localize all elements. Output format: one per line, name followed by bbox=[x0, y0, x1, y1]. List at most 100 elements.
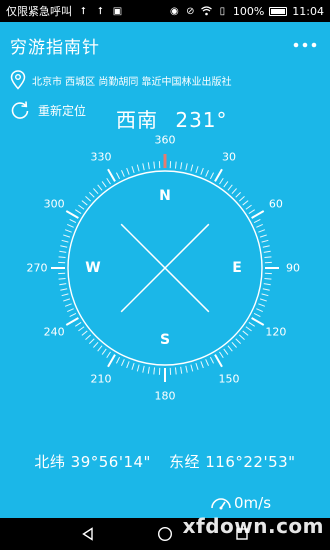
compass-minor-tick bbox=[88, 191, 95, 198]
compass-minor-tick bbox=[74, 322, 82, 327]
degree-label: 150 bbox=[218, 372, 240, 386]
degree-label: 90 bbox=[286, 261, 300, 275]
compass-minor-tick bbox=[142, 365, 145, 373]
compass-minor-tick bbox=[262, 245, 270, 248]
compass-minor-tick bbox=[81, 330, 88, 336]
status-bar: 仅限紧急呼叫 ⭡ ⭡ ▣ ◉ ⊘ ▯ 100% 11:04 bbox=[0, 0, 330, 22]
location-row: 北京市 西城区 尚勤胡同 靠近中国林业出版社 bbox=[10, 70, 232, 90]
cardinal-label-e: E bbox=[232, 260, 242, 276]
more-options-button[interactable] bbox=[290, 33, 320, 57]
compass-minor-tick bbox=[63, 234, 71, 238]
compass-minor-tick bbox=[205, 170, 209, 177]
degree-label: 180 bbox=[154, 389, 176, 403]
compass-minor-tick bbox=[264, 256, 272, 259]
compass-minor-tick bbox=[97, 345, 103, 352]
compass-minor-tick bbox=[93, 341, 99, 348]
compass-minor-tick bbox=[67, 308, 74, 312]
compass-minor-tick bbox=[121, 359, 125, 366]
compass-minor-tick bbox=[153, 367, 156, 375]
battery-icon bbox=[269, 6, 288, 16]
compass-minor-tick bbox=[223, 181, 229, 188]
refresh-icon bbox=[11, 101, 29, 119]
compass-minor-tick bbox=[97, 184, 103, 191]
compass-minor-tick bbox=[78, 204, 85, 210]
compass-major-tick bbox=[107, 354, 116, 368]
compass-minor-tick bbox=[185, 163, 188, 171]
compass-dial: 360 30 60 90 120 150 180 210 240 270 300 330 N E S W bbox=[0, 130, 330, 410]
compass-minor-tick bbox=[238, 196, 245, 202]
compass-minor-tick bbox=[126, 167, 130, 175]
compass-minor-tick bbox=[101, 348, 107, 355]
compass-minor-tick bbox=[85, 196, 92, 202]
compass-minor-tick bbox=[136, 364, 140, 372]
compass-minor-tick bbox=[106, 177, 111, 185]
compass-minor-tick bbox=[227, 345, 233, 352]
heading-direction: 西南 bbox=[116, 108, 158, 132]
speed-readout: 0m/s bbox=[210, 494, 271, 512]
compass-minor-tick bbox=[242, 330, 249, 336]
compass-minor-tick bbox=[101, 181, 107, 188]
compass-minor-tick bbox=[264, 277, 272, 280]
relocate-button[interactable]: 重新定位 bbox=[10, 100, 86, 120]
coordinates-row: 北纬 39°56'14" 东经 116°22'53" bbox=[0, 451, 330, 472]
compass-minor-tick bbox=[259, 234, 267, 238]
compass-minor-tick bbox=[262, 288, 270, 291]
degree-label: 120 bbox=[265, 325, 287, 339]
compass-minor-tick bbox=[253, 218, 261, 224]
compass-minor-tick bbox=[67, 224, 74, 228]
cardinal-label-w: W bbox=[85, 260, 101, 276]
compass-minor-tick bbox=[227, 184, 233, 191]
degree-label: 360 bbox=[154, 133, 176, 147]
compass-minor-tick bbox=[74, 209, 82, 214]
compass-minor-tick bbox=[64, 303, 72, 307]
compass-minor-tick bbox=[131, 362, 135, 370]
compass-minor-tick bbox=[147, 366, 150, 374]
compass-minor-tick bbox=[209, 172, 215, 180]
compass-minor-tick bbox=[256, 224, 263, 228]
compass-minor-tick bbox=[121, 170, 125, 177]
nav-home-button[interactable] bbox=[151, 520, 179, 548]
compass-svg bbox=[51, 154, 279, 382]
compass-minor-tick bbox=[180, 162, 183, 170]
degree-label: 330 bbox=[90, 150, 112, 164]
compass-minor-tick bbox=[185, 365, 188, 373]
compass-minor-tick bbox=[115, 172, 121, 180]
compass-minor-tick bbox=[258, 303, 266, 307]
compass-minor-tick bbox=[64, 229, 72, 233]
compass-minor-tick bbox=[69, 218, 77, 224]
compass-minor-tick bbox=[190, 164, 194, 172]
compass-minor-tick bbox=[209, 356, 215, 364]
compass-minor-tick bbox=[263, 283, 271, 286]
degree-label: 30 bbox=[222, 150, 236, 164]
nav-back-button[interactable] bbox=[74, 520, 102, 548]
compass-minor-tick bbox=[219, 351, 224, 359]
compass-minor-tick bbox=[235, 191, 242, 198]
compass-minor-tick bbox=[205, 359, 209, 366]
compass-minor-tick bbox=[200, 361, 204, 369]
compass-major-tick bbox=[107, 168, 116, 182]
status-left: 仅限紧急呼叫 ⭡ ⭡ ▣ bbox=[6, 3, 123, 19]
cardinal-label-s: S bbox=[159, 332, 171, 348]
usb-icon: ⭡ bbox=[81, 5, 86, 17]
compass-minor-tick bbox=[78, 326, 85, 332]
carrier-text: 仅限紧急呼叫 bbox=[6, 5, 72, 18]
compass-minor-tick bbox=[61, 239, 69, 243]
battery-percent: 100% bbox=[232, 4, 265, 18]
compass-minor-tick bbox=[174, 367, 177, 375]
compass-minor-tick bbox=[88, 338, 95, 345]
compass-minor-tick bbox=[59, 283, 67, 286]
compass-minor-tick bbox=[153, 161, 156, 169]
longitude-text: 东经 116°22'53" bbox=[168, 453, 296, 471]
notification-app-icon: ▣ bbox=[112, 5, 123, 17]
compass-minor-tick bbox=[235, 338, 242, 345]
watermark-text: xfdown.com bbox=[182, 514, 324, 538]
compass-minor-tick bbox=[60, 245, 68, 248]
compass-minor-tick bbox=[63, 298, 71, 302]
silent-icon: ⊘ bbox=[186, 5, 195, 17]
wifi-icon bbox=[200, 6, 212, 17]
degree-label: 270 bbox=[26, 261, 48, 275]
location-pin-icon bbox=[10, 70, 26, 90]
address-text: 北京市 西城区 尚勤胡同 靠近中国林业出版社 bbox=[32, 76, 232, 88]
status-right: ◉ ⊘ ▯ 100% 11:04 bbox=[169, 5, 324, 18]
cardinal-label-n: N bbox=[159, 188, 171, 204]
